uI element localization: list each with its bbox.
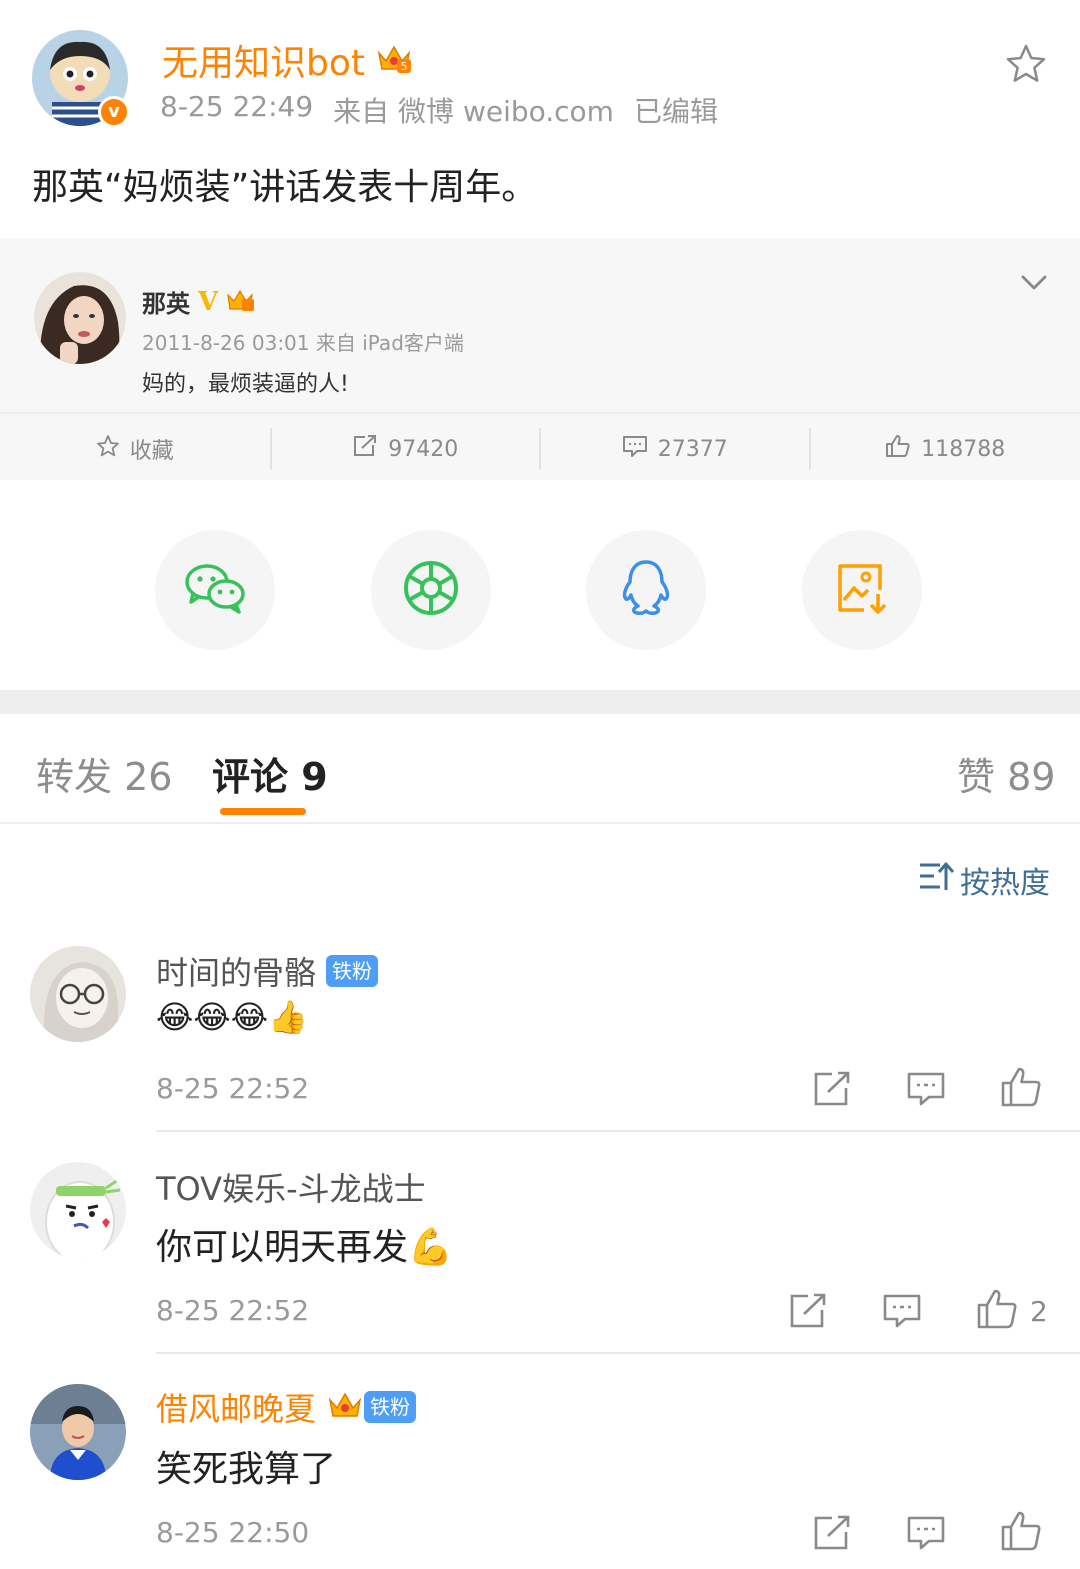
share-moments-button[interactable]	[371, 530, 491, 650]
commenter-name[interactable]: TOV娱乐-斗龙战士	[156, 1164, 426, 1210]
commenter-avatar[interactable]	[30, 1162, 126, 1258]
comment-reply-icon[interactable]	[906, 1514, 946, 1556]
tab-likes[interactable]: 赞 89	[957, 746, 1055, 801]
post-time: 8-25 22:49	[160, 90, 314, 123]
sort-label: 按热度	[960, 866, 1050, 901]
comment-repost-icon[interactable]	[812, 1070, 852, 1112]
quoted-like-count: 118788	[921, 436, 1006, 462]
quoted-favorite-label: 收藏	[129, 439, 174, 464]
quoted-like-button[interactable]: 118788	[811, 428, 1080, 470]
active-tab-indicator	[220, 808, 306, 815]
post-source: 来自 微博 weibo.com	[333, 95, 614, 128]
save-image-icon	[834, 560, 890, 620]
member-crown-icon	[326, 1386, 364, 1428]
comment-like-button[interactable]: 2	[976, 1288, 1048, 1334]
comment-time: 8-25 22:50	[156, 1516, 310, 1549]
comment-text: 😂😂😂👍	[156, 998, 309, 1036]
favorite-star-icon[interactable]	[1004, 42, 1048, 90]
comment-time: 8-25 22:52	[156, 1072, 310, 1105]
comment-time: 8-25 22:52	[156, 1294, 310, 1327]
author-name[interactable]: 无用知识bot	[162, 34, 365, 86]
edited-label: 已编辑	[633, 95, 718, 128]
quoted-meta: 2011-8-26 03:01 来自 iPad客户端	[142, 331, 464, 355]
verified-v-icon: V	[198, 286, 219, 317]
expand-chevron-icon[interactable]	[1018, 268, 1050, 300]
member-crown-icon-small	[226, 287, 256, 317]
comment-text: 你可以明天再发💪	[156, 1227, 453, 1268]
fan-badge: 铁粉	[326, 955, 379, 987]
comment-like-count: 2	[1030, 1294, 1048, 1328]
comment-reply-icon[interactable]	[906, 1070, 946, 1112]
commenter-avatar[interactable]	[30, 1384, 126, 1480]
post-text: 那英“妈烦装”讲话发表十周年。	[32, 167, 538, 208]
quoted-comment-count: 27377	[657, 436, 728, 462]
thumbs-up-icon	[885, 434, 911, 464]
quoted-author-avatar[interactable]	[34, 272, 126, 364]
comment-like-icon[interactable]	[1000, 1510, 1042, 1556]
share-wechat-button[interactable]	[155, 530, 275, 650]
fan-badge: 铁粉	[364, 1391, 417, 1423]
comment-icon	[622, 434, 648, 464]
svg-text:5: 5	[401, 60, 408, 73]
quoted-comment-button[interactable]: 27377	[541, 428, 809, 470]
comment-repost-icon[interactable]	[812, 1514, 852, 1556]
wechat-icon	[183, 560, 247, 620]
sort-by-hot-button[interactable]: 按热度	[918, 858, 1050, 902]
commenter-name[interactable]: 时间的骨骼	[156, 948, 316, 994]
sort-icon	[918, 860, 955, 900]
verified-badge-icon: v	[98, 96, 130, 128]
quoted-favorite-button[interactable]: 收藏	[0, 428, 270, 470]
comment-reply-icon[interactable]	[882, 1292, 922, 1334]
comment-text: 笑死我算了	[156, 1449, 337, 1490]
tab-comments[interactable]: 评论 9	[212, 746, 328, 801]
repost-icon	[352, 434, 378, 464]
commenter-avatar[interactable]	[30, 946, 126, 1042]
quoted-text: 妈的，最烦装逼的人!	[142, 372, 349, 397]
comment-like-icon[interactable]	[1000, 1066, 1042, 1112]
tab-reposts[interactable]: 转发 26	[36, 746, 172, 801]
moments-icon	[402, 559, 460, 621]
share-qq-button[interactable]	[586, 530, 706, 650]
member-crown-icon: 5	[375, 39, 413, 81]
thumbs-up-icon	[976, 1288, 1018, 1334]
qq-icon	[619, 558, 673, 622]
quoted-repost-button[interactable]: 97420	[272, 428, 540, 470]
star-icon	[96, 434, 120, 464]
quoted-author-name[interactable]: 那英	[142, 284, 190, 319]
save-image-button[interactable]	[802, 530, 922, 650]
comment-repost-icon[interactable]	[788, 1292, 828, 1334]
commenter-name[interactable]: 借风邮晚夏	[156, 1384, 316, 1430]
quoted-repost-count: 97420	[388, 436, 459, 462]
